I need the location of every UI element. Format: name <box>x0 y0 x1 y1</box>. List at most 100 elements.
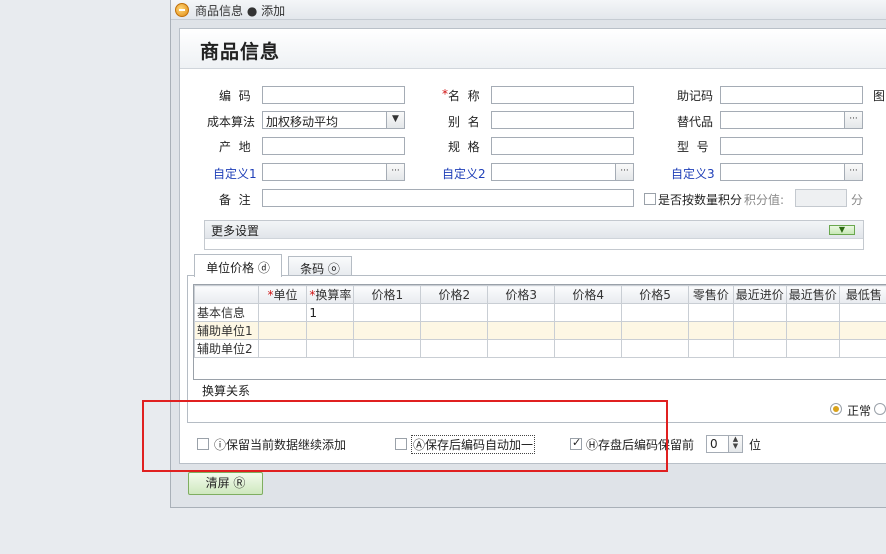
mnemonic-input[interactable] <box>720 86 863 104</box>
highlight-box <box>142 400 668 472</box>
grid-header-cell: 最低售 <box>838 285 886 304</box>
grid-cell[interactable] <box>785 339 840 358</box>
points-unit: 分 <box>851 193 864 207</box>
grid-cell[interactable] <box>838 339 886 358</box>
model-input[interactable] <box>720 137 863 155</box>
grid-cell[interactable]: 1 <box>306 303 355 322</box>
row-header: 辅助单位2 <box>194 339 259 358</box>
code-input[interactable] <box>262 86 405 104</box>
points-value-input[interactable] <box>795 189 847 207</box>
cost-method-label: 成本算法 <box>207 115 256 129</box>
grid-cell[interactable] <box>688 321 734 340</box>
grid-cell[interactable] <box>353 303 422 322</box>
grid-header-cell: 价格2 <box>420 285 489 304</box>
grid-header-cell: 价格5 <box>621 285 690 304</box>
name-label: 名 称 <box>448 89 480 103</box>
more-settings-header[interactable]: 更多设置 ▼ <box>205 221 863 239</box>
ellipsis-icon[interactable]: ··· <box>844 112 862 128</box>
name-input[interactable] <box>491 86 634 104</box>
grid-cell[interactable] <box>785 303 840 322</box>
more-settings-panel: 更多设置 ▼ <box>204 220 864 250</box>
grid-cell[interactable] <box>257 321 308 340</box>
grid-cell[interactable] <box>487 339 556 358</box>
page-header: 商品信息 <box>180 29 886 69</box>
table-row[interactable]: 辅助单位2 <box>194 339 886 358</box>
grid-cell[interactable] <box>785 321 840 340</box>
form-panel: 商品信息 编 码 * 名 称 助记码 图 成本算法 加权移动平均 ▼ 别 名 替… <box>179 28 886 464</box>
grid-cell[interactable] <box>554 303 623 322</box>
tab-barcode[interactable]: 条码 ⓞ <box>288 256 352 276</box>
clear-button[interactable]: 清屏 Ⓡ <box>188 472 263 495</box>
more-settings-label: 更多设置 <box>211 224 260 238</box>
keep-prefix-value: 0 <box>710 437 718 451</box>
custom2-label: 自定义2 <box>442 167 486 181</box>
grid-header-cell: 零售价 <box>688 285 734 304</box>
ellipsis-icon[interactable]: ··· <box>844 164 862 180</box>
grid-cell[interactable] <box>420 303 489 322</box>
keep-prefix-unit: 位 <box>749 438 762 452</box>
stepper-arrows-icon[interactable]: ▲ ▼ <box>728 436 742 452</box>
ellipsis-icon[interactable]: ··· <box>386 164 404 180</box>
custom3-input[interactable]: ··· <box>720 163 863 181</box>
spec-input[interactable] <box>491 137 634 155</box>
grid-cell[interactable] <box>621 303 690 322</box>
chevron-down-icon[interactable]: ▼ <box>386 112 404 128</box>
row-header: 基本信息 <box>194 303 259 322</box>
grid-cell[interactable] <box>353 321 422 340</box>
origin-input[interactable] <box>262 137 405 155</box>
unit-price-grid[interactable]: *单位 *换算率 价格1 价格2 价格3 价格4 价格5 零售价 最近进价 最近… <box>193 284 886 380</box>
points-checkbox[interactable] <box>644 193 656 205</box>
grid-header-cell: 价格4 <box>554 285 623 304</box>
grid-header-unit: *单位 <box>257 285 308 304</box>
grid-cell[interactable] <box>732 303 787 322</box>
grid-cell[interactable] <box>487 303 556 322</box>
grid-cell[interactable] <box>257 339 308 358</box>
mnemonic-label: 助记码 <box>677 89 714 103</box>
grid-cell[interactable] <box>838 303 886 322</box>
ellipsis-icon[interactable]: ··· <box>615 164 633 180</box>
grid-cell[interactable] <box>838 321 886 340</box>
remark-label: 备 注 <box>219 193 251 207</box>
table-row[interactable]: 基本信息 1 <box>194 303 886 322</box>
cost-method-select[interactable]: 加权移动平均 ▼ <box>262 111 405 129</box>
grid-cell[interactable] <box>621 339 690 358</box>
spec-label: 规 格 <box>448 140 480 154</box>
tab-unit-price[interactable]: 单位价格 ⓓ <box>194 254 282 277</box>
grid-cell[interactable] <box>732 339 787 358</box>
window-title: 商品信息 ● 添加 <box>195 4 286 18</box>
grid-cell[interactable] <box>621 321 690 340</box>
page-title: 商品信息 <box>200 41 281 63</box>
remark-input[interactable] <box>262 189 634 207</box>
expand-icon[interactable]: ▼ <box>829 225 855 235</box>
grid-cell[interactable] <box>353 339 422 358</box>
grid-header-row: *单位 *换算率 价格1 价格2 价格3 价格4 价格5 零售价 最近进价 最近… <box>194 285 886 304</box>
substitute-input[interactable]: ··· <box>720 111 863 129</box>
code-label: 编 码 <box>219 89 251 103</box>
grid-cell[interactable] <box>306 339 355 358</box>
keep-prefix-stepper[interactable]: 0 ▲ ▼ <box>706 435 743 453</box>
normal-radio[interactable] <box>830 403 842 415</box>
model-label: 型 号 <box>677 140 709 154</box>
grid-cell[interactable] <box>688 303 734 322</box>
other-status-radio[interactable] <box>874 403 886 415</box>
custom1-label: 自定义1 <box>213 167 257 181</box>
image-label: 图 <box>873 89 886 103</box>
grid-header-unit-label: 单位 <box>273 288 298 302</box>
grid-cell[interactable] <box>420 339 489 358</box>
grid-header-cell <box>194 285 259 304</box>
grid-cell[interactable] <box>732 321 787 340</box>
custom2-input[interactable]: ··· <box>491 163 634 181</box>
custom1-input[interactable]: ··· <box>262 163 405 181</box>
cost-method-value: 加权移动平均 <box>266 115 339 129</box>
grid-cell[interactable] <box>257 303 308 322</box>
grid-cell[interactable] <box>554 321 623 340</box>
grid-cell[interactable] <box>688 339 734 358</box>
table-row[interactable]: 辅助单位1 <box>194 321 886 340</box>
grid-cell[interactable] <box>554 339 623 358</box>
alias-input[interactable] <box>491 111 634 129</box>
grid-cell[interactable] <box>420 321 489 340</box>
grid-cell[interactable] <box>306 321 355 340</box>
conversion-label: 换算关系 <box>202 384 251 398</box>
grid-header-cell: 价格1 <box>353 285 422 304</box>
grid-cell[interactable] <box>487 321 556 340</box>
